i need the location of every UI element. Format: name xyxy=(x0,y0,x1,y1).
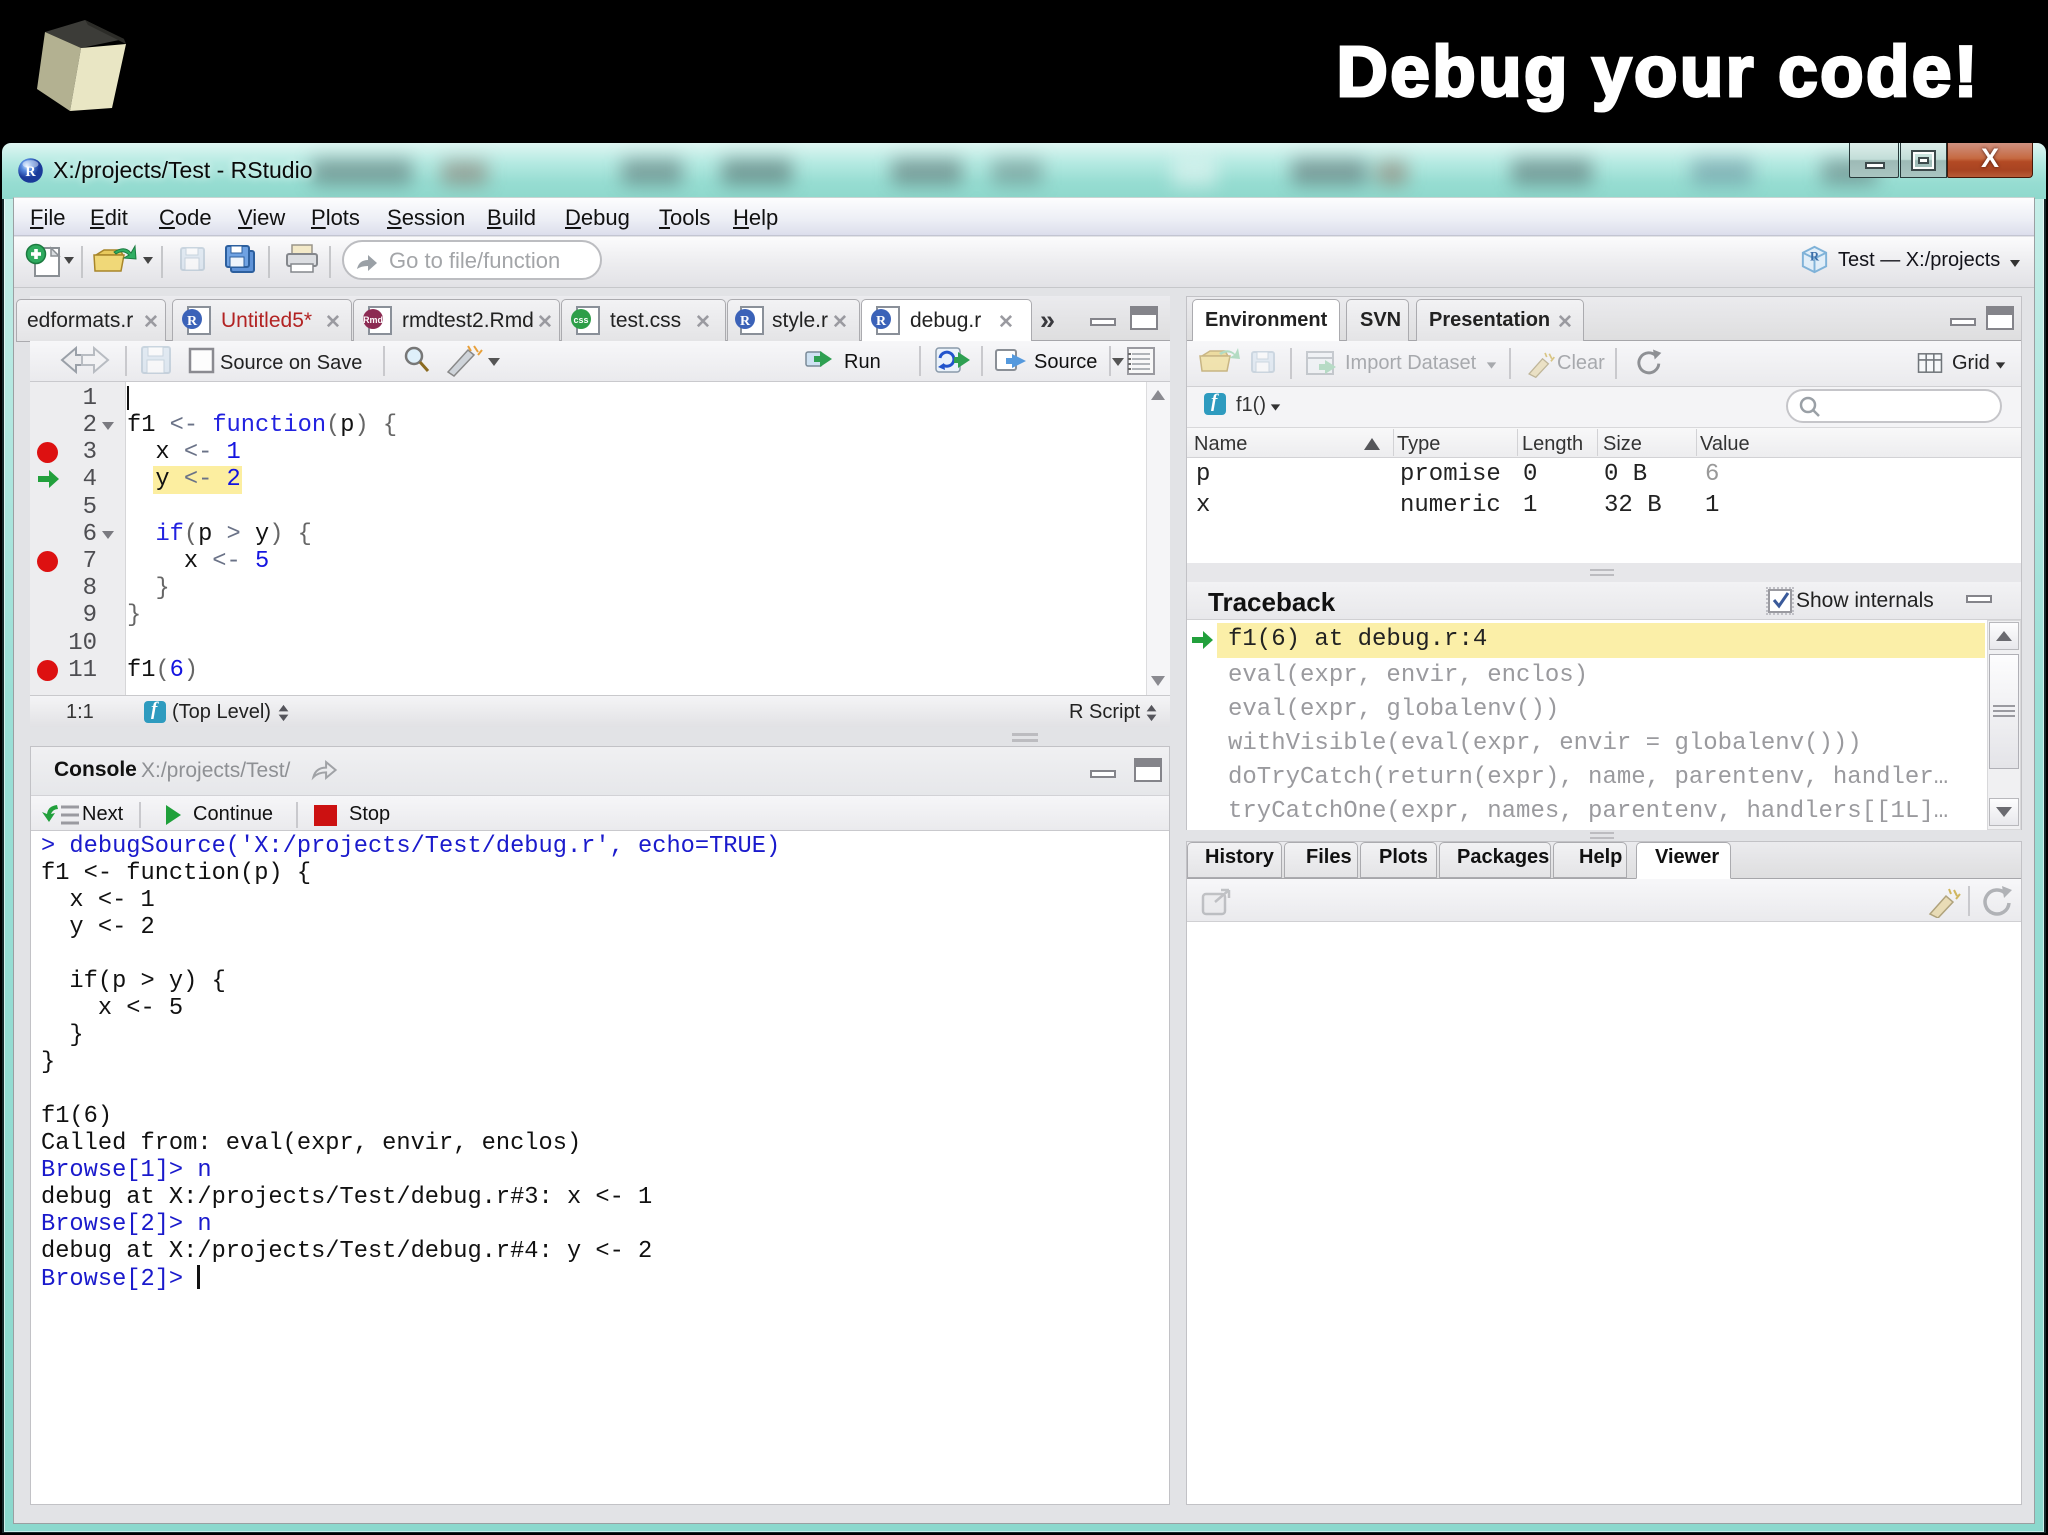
svg-text:Source: Source xyxy=(1034,351,1097,373)
svg-text:Run: Run xyxy=(844,351,881,373)
svg-text:R: R xyxy=(876,314,887,329)
svg-text:R: R xyxy=(25,164,36,180)
svg-text:R: R xyxy=(740,314,751,329)
svg-text:css: css xyxy=(573,315,588,325)
svg-text:Rmd: Rmd xyxy=(363,315,383,325)
svg-text:R: R xyxy=(1810,249,1820,263)
svg-text:R: R xyxy=(187,314,198,329)
